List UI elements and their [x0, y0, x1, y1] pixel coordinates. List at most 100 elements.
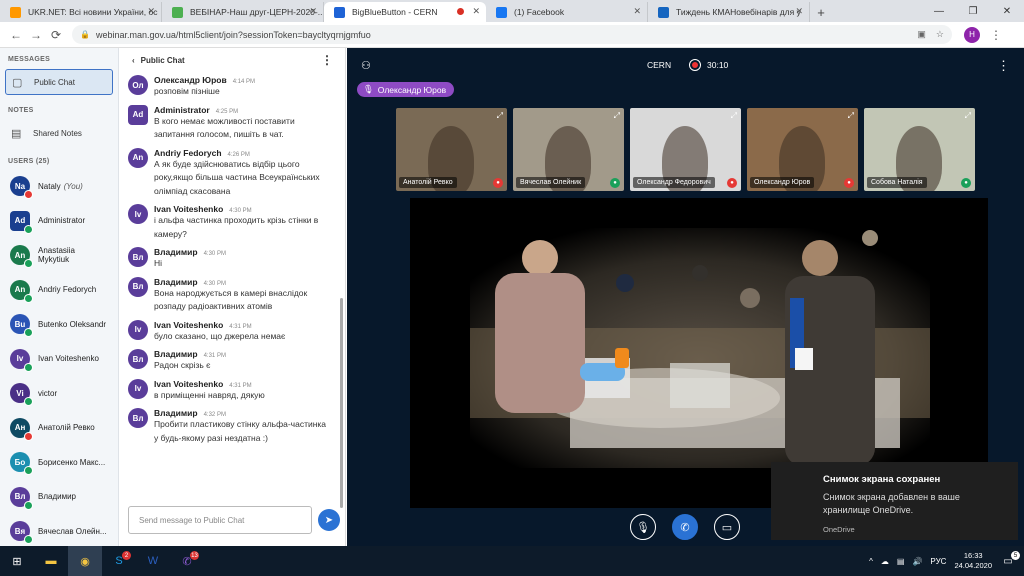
audio-phone-button[interactable]: ✆ — [672, 514, 698, 540]
meeting-options-icon[interactable]: ⋮ — [997, 58, 1010, 74]
minimize-icon[interactable]: — — [922, 0, 956, 22]
close-window-icon[interactable]: ✕ — [990, 0, 1024, 22]
webcam-thumbnail[interactable]: ⤢ Вячеслав Олейник ● — [513, 108, 624, 191]
chat-title[interactable]: Public Chat — [141, 56, 185, 65]
public-chat-item[interactable]: ▢ Public Chat — [5, 69, 113, 95]
tab-label: BigBlueButton - CERN — [352, 7, 438, 17]
webcam-share-button[interactable]: ▭ — [714, 514, 740, 540]
participant-name[interactable]: Олександр Федорович — [633, 177, 715, 188]
chrome-icon[interactable]: ◉ — [68, 546, 102, 576]
user-list-item[interactable]: Ad Administrator — [0, 204, 118, 239]
user-list-item[interactable]: Vi victor — [0, 376, 118, 411]
message-author: Владимир — [154, 276, 198, 287]
fullscreen-icon[interactable]: ⤢ — [965, 111, 971, 121]
chat-options-icon[interactable]: ⋮ — [321, 53, 333, 67]
user-list-item[interactable]: Вя Вячеслав Олейн... — [0, 514, 118, 549]
user-name: Вячеслав Олейн... — [38, 526, 107, 536]
webcam-thumbnail[interactable]: ⤢ Олександр Федорович ● — [630, 108, 741, 191]
participant-name[interactable]: Вячеслав Олейник — [516, 177, 586, 188]
shared-notes-item[interactable]: ▤ Shared Notes — [5, 120, 113, 146]
action-center-icon[interactable]: ▭ 5 — [1000, 551, 1020, 569]
webcam-thumbnail[interactable]: ⤢ Собова Наталія ● — [864, 108, 975, 191]
maximize-icon[interactable]: ❐ — [956, 0, 990, 22]
user-list-item[interactable]: An Anastasiia Mykytiuk — [0, 238, 118, 273]
send-message-button[interactable]: ➤ — [318, 509, 340, 531]
browser-tab[interactable]: UKR.NET: Всі новини України, ос ✕ — [0, 2, 162, 22]
browser-tab[interactable]: (1) Facebook ✕ — [486, 2, 648, 22]
tab-close-icon[interactable]: ✕ — [147, 6, 155, 17]
fullscreen-icon[interactable]: ⤢ — [497, 111, 503, 121]
reload-icon[interactable]: ⟳ — [46, 28, 66, 42]
avatar-initials: Бо — [14, 457, 26, 467]
fullscreen-icon[interactable]: ⤢ — [731, 111, 737, 121]
audio-status-icon — [24, 224, 33, 234]
message-body: Ivan Voiteshenko 4:31 PM було сказано, що … — [154, 320, 332, 344]
webcam-thumbnail[interactable]: ⤢ Анатолій Ревко ● — [396, 108, 507, 191]
browser-tab[interactable]: ВЕБІНАР-Наш друг-ЦЕРН-2020-... ✕ — [162, 2, 324, 22]
onedrive-icon[interactable]: ☁ — [881, 557, 889, 566]
browser-menu-icon[interactable]: ⋮ — [986, 28, 1006, 42]
talking-name: Олександр Юров — [377, 84, 447, 95]
user-list-item[interactable]: Ан Анатолій Ревко — [0, 411, 118, 446]
tab-close-icon[interactable]: ✕ — [472, 6, 480, 17]
onedrive-notification[interactable]: Снимок экрана сохранен Снимок экрана доб… — [771, 462, 1018, 540]
chat-message-input[interactable]: Send message to Public Chat — [128, 506, 312, 534]
forward-arrow-icon[interactable]: → — [26, 28, 46, 42]
participant-name[interactable]: Анатолій Ревко — [399, 177, 457, 188]
windows-start-icon[interactable]: ⊞ — [0, 546, 34, 576]
user-name: Administrator — [38, 216, 86, 226]
message-text: Радон скрізь є — [154, 360, 211, 370]
new-tab-button[interactable]: + — [810, 2, 832, 22]
tab-close-icon[interactable]: ✕ — [633, 6, 641, 17]
browser-tab[interactable]: BigBlueButton - CERN ✕ — [324, 2, 486, 22]
message-body: Олександр Юров 4:14 PM розповім пізніше — [154, 75, 332, 99]
tab-favicon-icon — [658, 7, 669, 18]
skype-badge: 2 — [122, 551, 131, 560]
bookmark-star-icon[interactable]: ☆ — [936, 29, 944, 40]
user-list-item[interactable]: Na Nataly (You) — [0, 169, 118, 204]
user-icon[interactable]: ⚇ — [361, 59, 371, 72]
chat-message: Ad Administrator 4:25 PM В кого немає можли… — [120, 102, 340, 145]
message-header: Владимир 4:32 PM — [154, 408, 332, 418]
viber-icon[interactable]: ✆ 13 — [170, 546, 204, 576]
volume-icon[interactable]: 🔊 — [912, 557, 922, 566]
user-name: Anastasiia Mykytiuk — [38, 246, 75, 265]
back-arrow-icon[interactable]: ← — [6, 28, 26, 42]
fullscreen-icon[interactable]: ⤢ — [614, 111, 620, 121]
network-icon[interactable]: ▤ — [897, 557, 905, 566]
chat-back-icon[interactable]: ‹ — [132, 56, 135, 65]
microphone-icon: 🎙 — [363, 84, 374, 94]
recording-icon[interactable] — [689, 59, 701, 71]
user-list-item[interactable]: Bu Butenko Oleksandr — [0, 307, 118, 342]
camera-blocked-icon[interactable]: ▣ — [917, 29, 926, 40]
notes-icon: ▤ — [11, 127, 22, 140]
tab-close-icon[interactable]: ✕ — [795, 6, 803, 17]
tab-favicon-icon — [496, 7, 507, 18]
clock[interactable]: 16:33 24.04.2020 — [954, 551, 992, 571]
audio-status-icon — [24, 190, 33, 200]
browser-tab[interactable]: Тиждень КМАНовебінарів для у ✕ — [648, 2, 810, 22]
user-list-item[interactable]: Бо Борисенко Макс... — [0, 445, 118, 480]
message-avatar: Вл — [128, 247, 148, 267]
message-text: було сказано, що джерела немає — [154, 330, 286, 341]
file-explorer-icon[interactable]: ▬ — [34, 546, 68, 576]
tray-up-icon[interactable]: ^ — [869, 557, 873, 566]
user-list-item[interactable]: Вл Владимир — [0, 480, 118, 515]
user-list-item[interactable]: Iv Ivan Voiteshenko — [0, 342, 118, 377]
fullscreen-icon[interactable]: ⤢ — [848, 111, 854, 121]
word-icon[interactable]: W — [136, 546, 170, 576]
avatar-initials: Vi — [16, 388, 24, 398]
webcam-thumbnail[interactable]: ⤢ Олександр Юров ● — [747, 108, 858, 191]
participant-name[interactable]: Олександр Юров — [750, 177, 815, 188]
mute-microphone-button[interactable]: 🎙 — [630, 514, 656, 540]
tab-close-icon[interactable]: ✕ — [309, 6, 317, 17]
participant-name[interactable]: Собова Наталія — [867, 177, 927, 188]
user-list: Na Nataly (You) Ad Administrator An Anastasiia… — [0, 169, 118, 549]
url-field[interactable]: 🔒 webinar.man.gov.ua/html5client/join?se… — [72, 25, 952, 44]
profile-avatar[interactable]: H — [964, 26, 980, 43]
skype-icon[interactable]: S2 — [102, 546, 136, 576]
user-list-item[interactable]: An Andriy Fedorych — [0, 273, 118, 308]
chat-scrollbar[interactable] — [340, 298, 343, 508]
keyboard-lang[interactable]: РУС — [930, 557, 946, 566]
chat-message: Вл Владимир 4:32 PM Пробити пластикову стін… — [120, 405, 340, 448]
